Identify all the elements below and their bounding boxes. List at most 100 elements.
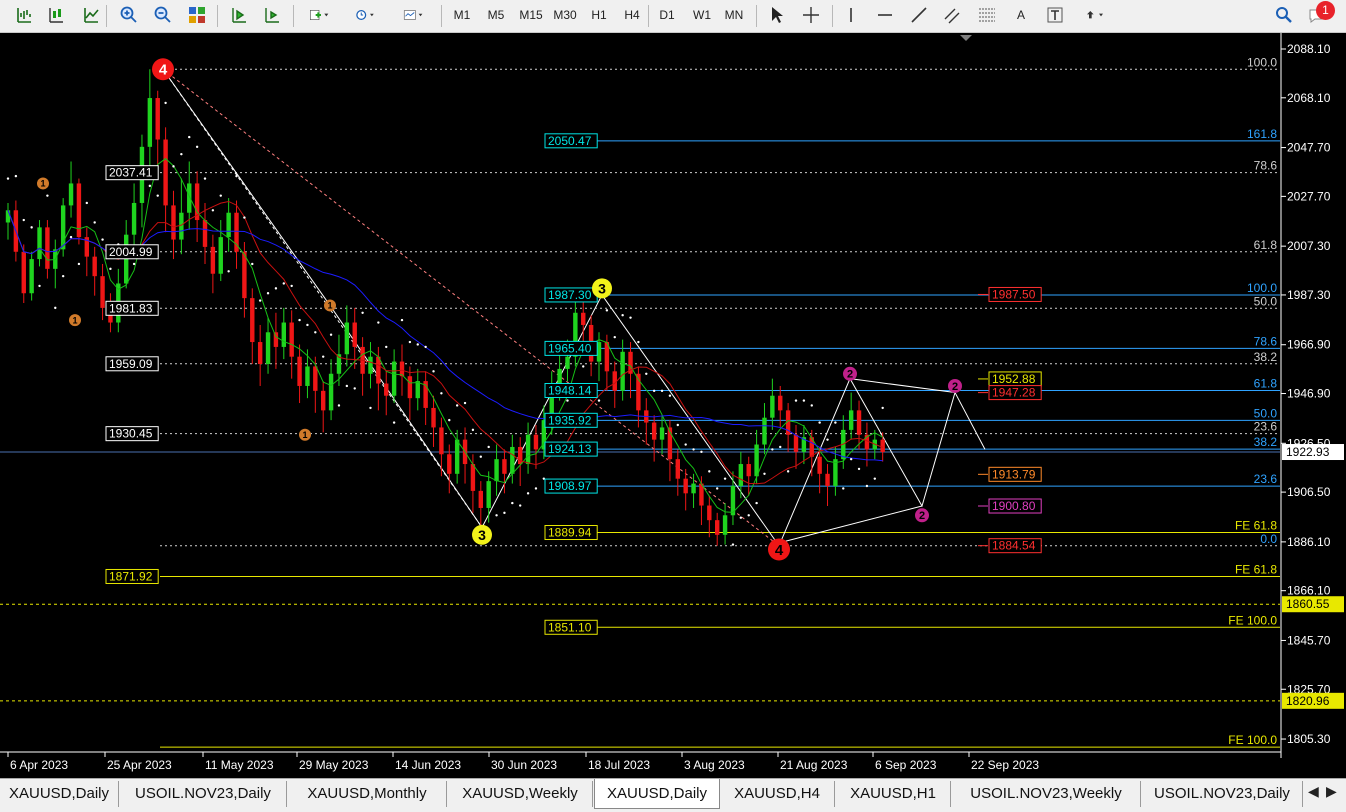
date-axis: 6 Apr 2023 25 Apr 2023 11 May 2023 29 May 2… (7, 752, 1039, 772)
candle-body (415, 381, 420, 399)
templates-dropdown-icon[interactable] (394, 3, 432, 27)
psar-dot (432, 370, 435, 373)
psar-dot (290, 284, 293, 288)
psar-dot (243, 216, 246, 219)
candle-body (454, 439, 460, 474)
chart-shift-icon[interactable] (227, 3, 251, 27)
psar-dot (400, 318, 404, 322)
date-axis-label: 25 Apr 2023 (107, 758, 172, 772)
date-axis-label: 18 Jul 2023 (588, 758, 650, 772)
tab-usoil-nov23-weekly[interactable]: USOIL.NOV23,Weekly (952, 781, 1141, 807)
timeframe-m15[interactable]: M15 (515, 3, 547, 27)
autoscroll-icon[interactable] (260, 3, 284, 27)
timeframe-w1[interactable]: W1 (686, 3, 718, 27)
psar-dot (700, 450, 703, 454)
indicators-dropdown-icon[interactable] (302, 3, 336, 27)
tab-usoil-nov23-daily[interactable]: USOIL.NOV23,Daily (120, 781, 287, 807)
vertical-line-icon[interactable] (839, 3, 863, 27)
tab-xauusd-weekly[interactable]: XAUUSD,Weekly (448, 781, 593, 807)
candle-body (659, 427, 665, 440)
psar-dot (22, 218, 25, 222)
crosshair-icon[interactable] (799, 3, 823, 27)
candle-body (305, 366, 310, 386)
psar-dot (377, 321, 380, 324)
candle-body (691, 483, 696, 494)
text-tool-icon[interactable]: A (1009, 3, 1033, 27)
candle-body (431, 407, 436, 428)
cursor-icon[interactable] (765, 3, 789, 27)
psar-dot (440, 392, 443, 395)
candle-body (793, 434, 799, 452)
timeframe-m5[interactable]: M5 (480, 3, 512, 27)
psar-dot (503, 511, 506, 515)
candle-body (21, 251, 26, 294)
arrows-dropdown-icon[interactable] (1077, 3, 1113, 27)
timeframe-m30[interactable]: M30 (549, 3, 581, 27)
candle-body (257, 342, 263, 365)
psar-dot (385, 345, 388, 349)
search-icon[interactable] (1272, 3, 1296, 27)
tab-xauusd-monthly[interactable]: XAUUSD,Monthly (288, 781, 447, 807)
candle-body (565, 356, 570, 369)
periods-dropdown-icon[interactable] (346, 3, 384, 27)
timeframe-d1[interactable]: D1 (651, 3, 683, 27)
tab-xauusd-h4[interactable]: XAUUSD,H4 (720, 781, 835, 807)
zoom-out-icon[interactable] (151, 3, 175, 27)
equidistant-channel-icon[interactable] (941, 3, 965, 27)
psar-dot (392, 421, 396, 424)
timeframe-h4[interactable]: H4 (616, 3, 648, 27)
fib-percent-label: FE 61.8 (1235, 519, 1277, 533)
candle-body (494, 459, 499, 482)
tile-windows-icon[interactable] (185, 3, 209, 27)
psar-dot (723, 477, 727, 480)
zoom-in-icon[interactable] (117, 3, 141, 27)
mid-level-label: 2050.47 (548, 134, 592, 148)
notification-badge[interactable]: 1 (1316, 1, 1335, 20)
tab-scroll-right-icon[interactable]: ▶ (1326, 783, 1337, 800)
horizontal-line-icon[interactable] (873, 3, 897, 27)
candle-body (37, 227, 42, 260)
psar-dot (637, 340, 640, 344)
psar-dot (763, 472, 766, 476)
text-label-icon[interactable] (1043, 3, 1067, 27)
timeframe-mn[interactable]: MN (718, 3, 750, 27)
candle-body (581, 312, 586, 325)
psar-dot (353, 387, 356, 390)
tab-xauusd-daily-active[interactable]: XAUUSD,Daily (594, 779, 720, 809)
candle-body (281, 322, 286, 347)
candle-body (715, 520, 720, 535)
candlestick-chart-icon[interactable] (44, 3, 68, 27)
psar-dot (180, 152, 183, 156)
tab-xauusd-h1[interactable]: XAUUSD,H1 (836, 781, 951, 807)
wave-marker-label: 4 (775, 542, 784, 559)
psar-dot (132, 262, 136, 266)
tab-usoil-nov23-daily-2[interactable]: USOIL.NOV23,Daily (1142, 781, 1303, 807)
candle-body (856, 410, 862, 435)
psar-dot (93, 221, 96, 224)
candle-body (218, 237, 223, 274)
trendline-icon[interactable] (907, 3, 931, 27)
fib-percent-label: 78.6 (1254, 334, 1278, 348)
tab-xauusd-daily[interactable]: XAUUSD,Daily (0, 781, 119, 807)
psar-dot (314, 331, 317, 334)
chart-shift-marker[interactable] (960, 35, 972, 41)
psar-dot (322, 355, 325, 358)
candle-body (778, 395, 783, 411)
bar-chart-icon[interactable] (12, 3, 36, 27)
tab-scroll-left-icon[interactable]: ◀ (1308, 783, 1319, 800)
fib-percent-label: FE 61.8 (1235, 562, 1277, 576)
candle-body (384, 383, 389, 396)
wave-marker-label: 1 (327, 301, 332, 311)
price-chart[interactable]: 100.0161.878.661.8100.050.078.638.261.85… (0, 33, 1346, 778)
fib-percent-label: FE 100.0 (1228, 733, 1277, 747)
timeframe-m1[interactable]: M1 (446, 3, 478, 27)
candle-body (313, 366, 318, 391)
price-axis-label: 2088.10 (1287, 42, 1331, 56)
fibonacci-retracement-icon[interactable] (975, 3, 999, 27)
psar-dot (826, 438, 829, 441)
timeframe-h1[interactable]: H1 (583, 3, 615, 27)
line-chart-icon[interactable] (79, 3, 103, 27)
wave-marker-label: 1 (40, 179, 45, 189)
psar-dot (361, 311, 364, 314)
psar-dot (818, 421, 821, 424)
